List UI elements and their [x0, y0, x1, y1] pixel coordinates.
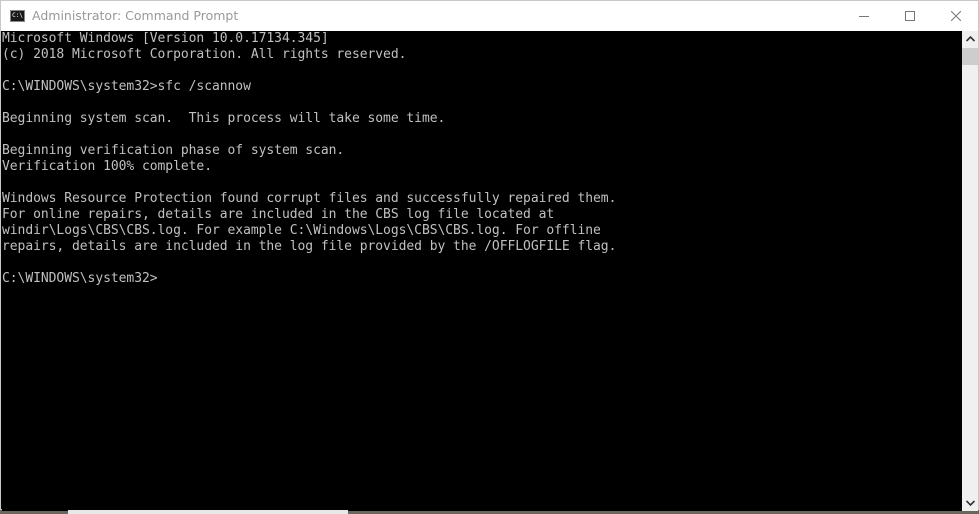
window-title: Administrator: Command Prompt	[32, 8, 239, 23]
chevron-up-icon	[965, 36, 975, 42]
minimize-button[interactable]	[841, 1, 887, 31]
console-line: Verification 100% complete.	[2, 159, 212, 174]
scroll-down-button[interactable]	[962, 495, 978, 511]
scroll-up-button[interactable]	[962, 31, 978, 47]
chevron-down-icon	[965, 500, 975, 506]
console-line: Microsoft Windows [Version 10.0.17134.34…	[2, 31, 329, 46]
close-button[interactable]	[933, 1, 979, 31]
maximize-icon	[905, 11, 915, 21]
minimize-icon	[859, 16, 869, 17]
console-line: windir\Logs\CBS\CBS.log. For example C:\…	[2, 223, 601, 238]
console-line: (c) 2018 Microsoft Corporation. All righ…	[2, 47, 407, 62]
scrollbar-thumb[interactable]	[962, 48, 978, 65]
console-line: For online repairs, details are included…	[2, 207, 555, 222]
console-output[interactable]: Microsoft Windows [Version 10.0.17134.34…	[2, 31, 962, 511]
maximize-button[interactable]	[887, 1, 933, 31]
cmd-icon[interactable]: C:\	[10, 10, 25, 22]
console-line: Windows Resource Protection found corrup…	[2, 191, 617, 206]
console-line: Beginning verification phase of system s…	[2, 143, 345, 158]
close-icon	[951, 11, 961, 21]
vertical-scrollbar[interactable]	[962, 31, 978, 511]
command-prompt-window: C:\ Administrator: Command Prompt Micros…	[0, 0, 979, 511]
console-line: repairs, details are included in the log…	[2, 239, 617, 254]
title-bar[interactable]: C:\ Administrator: Command Prompt	[1, 1, 978, 31]
console-line: Beginning system scan. This process will…	[2, 111, 446, 126]
console-line: C:\WINDOWS\system32>sfc /scannow	[2, 79, 251, 94]
command-prompt-line[interactable]: C:\WINDOWS\system32>	[2, 271, 962, 287]
background-window-edge	[68, 510, 348, 514]
